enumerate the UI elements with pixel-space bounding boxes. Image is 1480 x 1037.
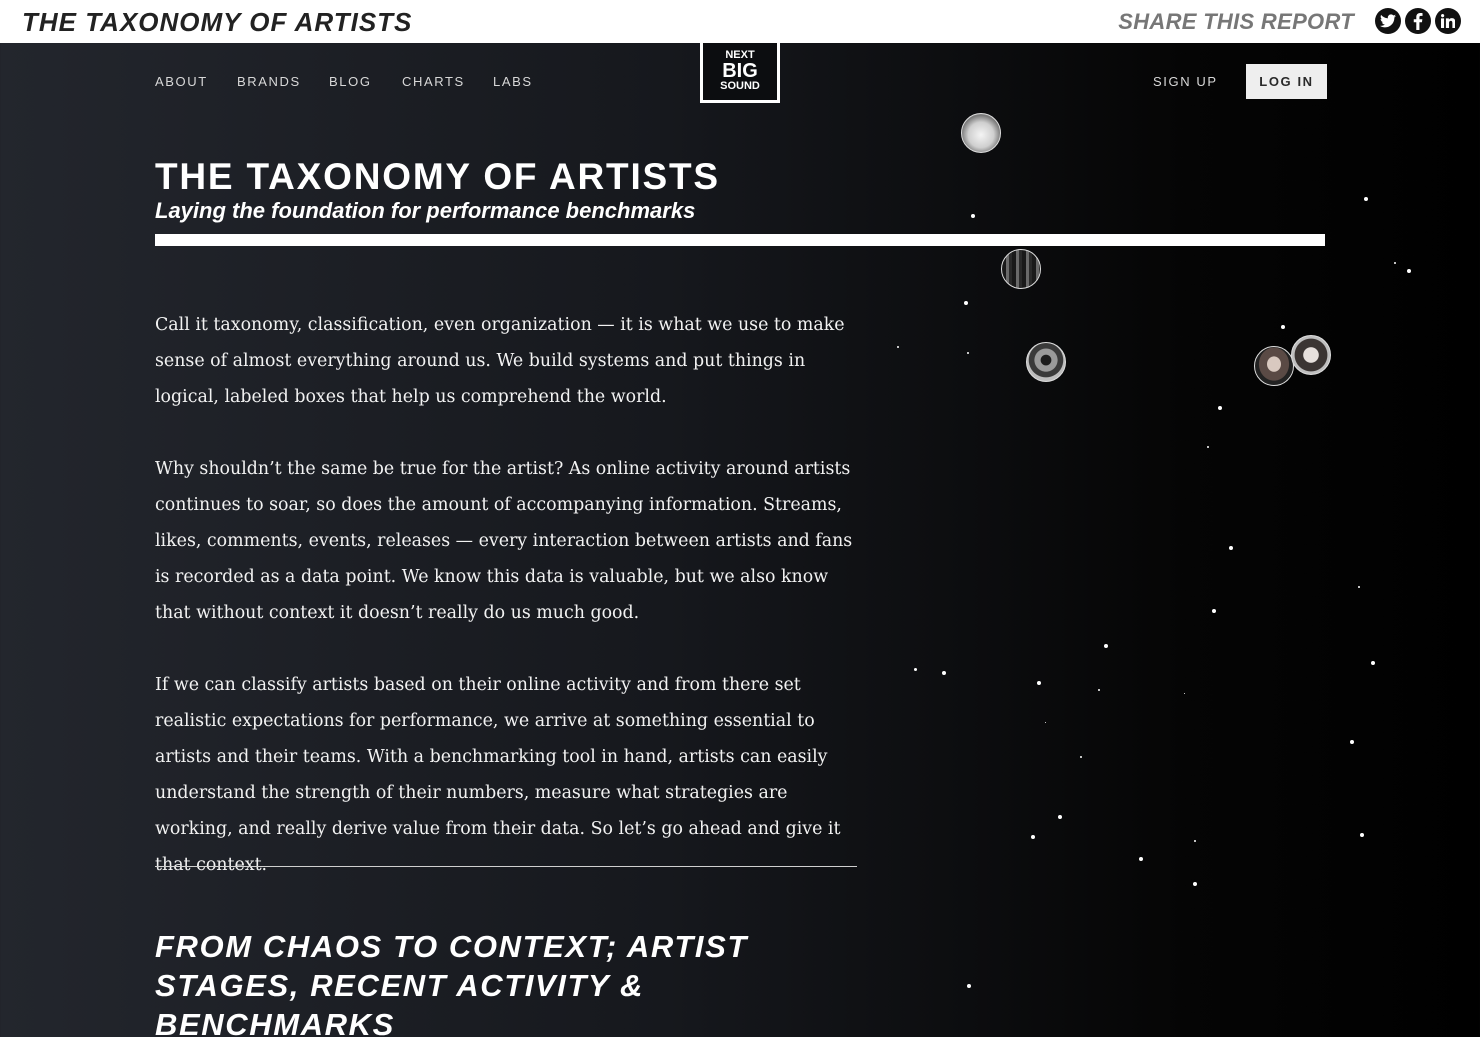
linkedin-icon[interactable] bbox=[1435, 8, 1461, 34]
star-dot bbox=[1371, 661, 1375, 665]
artist-avatar[interactable] bbox=[1026, 342, 1066, 382]
star-dot bbox=[964, 301, 968, 305]
share-bar: THE TAXONOMY OF ARTISTS SHARE THIS REPOR… bbox=[0, 0, 1480, 43]
section-divider bbox=[155, 866, 857, 867]
star-dot bbox=[914, 668, 917, 671]
artist-avatar[interactable] bbox=[1001, 249, 1041, 289]
star-dot bbox=[1350, 740, 1354, 744]
nav-brands[interactable]: BRANDS bbox=[237, 74, 301, 89]
star-dot bbox=[1218, 406, 1222, 410]
logo-line-sound: SOUND bbox=[720, 79, 760, 92]
share-report-label: SHARE THIS REPORT bbox=[1118, 9, 1354, 34]
page-title: THE TAXONOMY OF ARTISTS bbox=[155, 156, 720, 197]
intro-paragraph-2: Why shouldn’t the same be true for the a… bbox=[155, 459, 853, 623]
intro-paragraph-3: If we can classify artists based on thei… bbox=[155, 675, 841, 875]
star-dot bbox=[1104, 644, 1108, 648]
star-dot bbox=[1360, 833, 1364, 837]
star-dot bbox=[1193, 882, 1197, 886]
artist-constellation bbox=[880, 103, 1480, 1037]
star-dot bbox=[1184, 693, 1185, 694]
nav-blog[interactable]: BLOG bbox=[329, 74, 372, 89]
star-dot bbox=[942, 671, 946, 675]
star-dot bbox=[1031, 835, 1035, 839]
star-dot bbox=[1045, 722, 1046, 723]
star-dot bbox=[1229, 546, 1233, 550]
star-dot bbox=[967, 352, 969, 354]
page-subtitle: Laying the foundation for performance be… bbox=[155, 198, 696, 223]
star-dot bbox=[1407, 269, 1411, 273]
star-dot bbox=[1098, 689, 1100, 691]
share-icons bbox=[1375, 8, 1461, 34]
artist-avatar[interactable] bbox=[961, 113, 1001, 153]
star-dot bbox=[1194, 840, 1196, 842]
nav-labs[interactable]: LABS bbox=[493, 74, 533, 89]
logo-line-next: NEXT bbox=[725, 48, 755, 61]
star-dot bbox=[1281, 325, 1285, 329]
star-dot bbox=[1139, 857, 1143, 861]
sign-up-link[interactable]: SIGN UP bbox=[1153, 74, 1218, 89]
section-heading: FROM CHAOS TO CONTEXT; ARTIST STAGES, RE… bbox=[155, 929, 748, 1037]
star-dot bbox=[971, 214, 975, 218]
star-dot bbox=[1394, 262, 1396, 264]
artist-avatar[interactable] bbox=[1291, 335, 1331, 375]
star-dot bbox=[1212, 609, 1216, 613]
facebook-icon[interactable] bbox=[1405, 8, 1431, 34]
nav-about[interactable]: ABOUT bbox=[155, 74, 208, 89]
star-dot bbox=[967, 984, 971, 988]
star-dot bbox=[897, 346, 899, 348]
star-dot bbox=[1358, 586, 1360, 588]
star-dot bbox=[1080, 756, 1082, 758]
nav-charts[interactable]: CHARTS bbox=[402, 74, 465, 89]
star-dot bbox=[1037, 681, 1041, 685]
log-in-button[interactable]: LOG IN bbox=[1246, 64, 1327, 99]
artist-avatar[interactable] bbox=[1254, 346, 1294, 386]
logo-line-big: BIG bbox=[722, 59, 758, 82]
star-dot bbox=[1207, 446, 1209, 448]
share-bar-title: THE TAXONOMY OF ARTISTS bbox=[22, 7, 413, 37]
intro-paragraph-1: Call it taxonomy, classification, even o… bbox=[155, 315, 845, 407]
star-dot bbox=[1364, 197, 1368, 201]
twitter-icon[interactable] bbox=[1375, 8, 1401, 34]
star-dot bbox=[1058, 815, 1062, 819]
